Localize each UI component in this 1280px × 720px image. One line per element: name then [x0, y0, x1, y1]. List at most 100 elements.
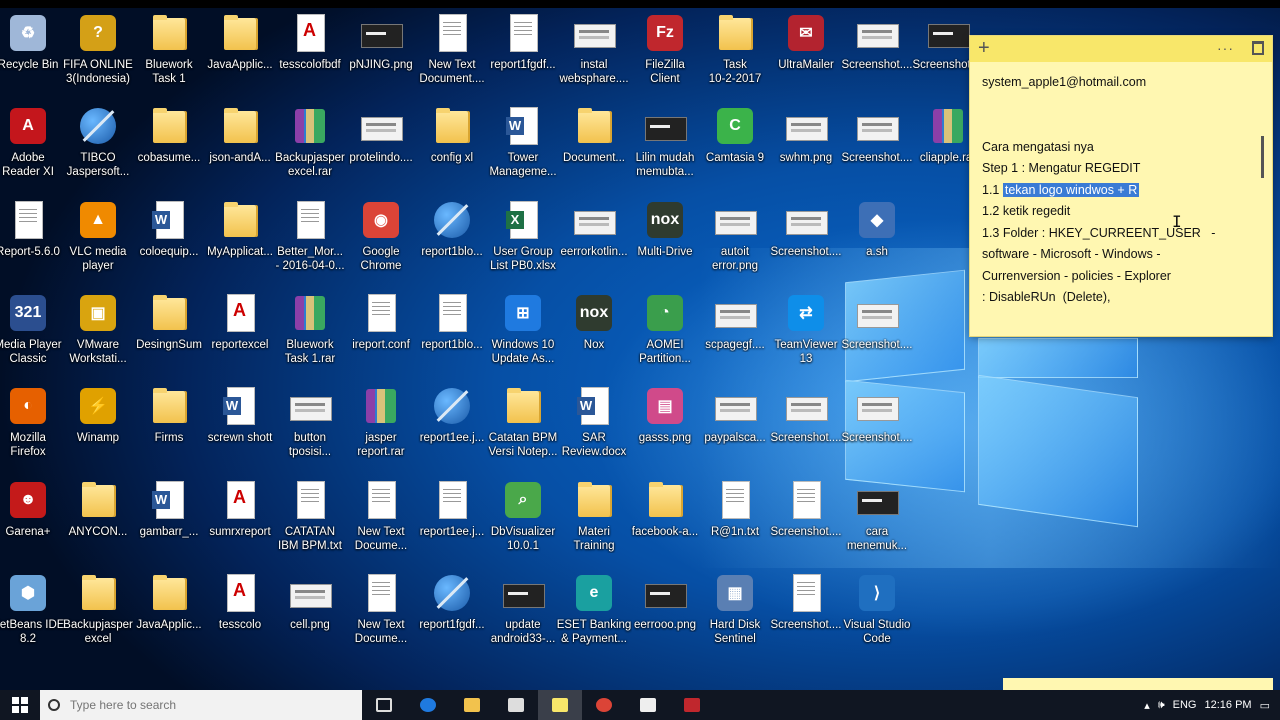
desktop-icon[interactable]: ⇄ TeamViewer 13	[768, 288, 844, 380]
desktop-icon[interactable]: nox Nox	[556, 288, 632, 380]
desktop-icon[interactable]: User Group List PB0.xlsx	[485, 195, 561, 287]
desktop-icon[interactable]: jasper report.rar	[343, 381, 419, 473]
taskbar-pdf-button[interactable]	[626, 690, 670, 720]
sticky-note-titlebar[interactable]: + ···	[970, 36, 1272, 62]
desktop-icon[interactable]: report1blo...	[414, 195, 490, 287]
desktop-icon[interactable]: Screenshot....	[768, 195, 844, 287]
clock[interactable]: 12:16 PM	[1205, 699, 1252, 711]
desktop-icon[interactable]: Report-5.6.0	[0, 195, 66, 287]
desktop-icon[interactable]: TIBCO Jaspersoft...	[60, 101, 136, 193]
desktop-icon[interactable]: pNJING.png	[343, 8, 419, 100]
desktop-icon[interactable]: button tposisi...	[272, 381, 348, 473]
taskbar-store-button[interactable]	[494, 690, 538, 720]
desktop-icon[interactable]: ▣ VMware Workstati...	[60, 288, 136, 380]
start-button[interactable]	[0, 690, 40, 720]
desktop-icon[interactable]: eerrorkotlin...	[556, 195, 632, 287]
desktop-icon[interactable]: autoit error.png	[697, 195, 773, 287]
desktop-icon[interactable]: report1blo...	[414, 288, 490, 380]
desktop-icon[interactable]: ANYCON...	[60, 475, 136, 567]
desktop-icon[interactable]: 321 Media Player Classic	[0, 288, 66, 380]
desktop-icon[interactable]: nox Multi-Drive	[627, 195, 703, 287]
desktop-icon[interactable]: ◉ Google Chrome	[343, 195, 419, 287]
desktop-icon[interactable]: screwn shott	[202, 381, 278, 473]
sticky-note-scrollbar[interactable]	[1261, 136, 1264, 178]
more-options-icon[interactable]: ···	[1217, 40, 1234, 56]
desktop-icon[interactable]: ♻ Recycle Bin	[0, 8, 66, 100]
desktop-icon[interactable]: json-andA...	[202, 101, 278, 193]
desktop-icon[interactable]: ✉ UltraMailer	[768, 8, 844, 100]
desktop-icon[interactable]: Backupjasper excel	[60, 568, 136, 660]
desktop-icon[interactable]: Screenshot....	[839, 381, 915, 473]
desktop-icon[interactable]: report1fgdf...	[485, 8, 561, 100]
desktop-icon[interactable]: JavaApplic...	[202, 8, 278, 100]
desktop-icon[interactable]: DesingnSum	[131, 288, 207, 380]
desktop-icon[interactable]: Bluework Task 1	[131, 8, 207, 100]
desktop-icon[interactable]: config xl	[414, 101, 490, 193]
desktop-icon[interactable]: cara menemuk...	[839, 475, 915, 567]
desktop-icon[interactable]: ⊞ Windows 10 Update As...	[485, 288, 561, 380]
taskbar-explorer-button[interactable]	[450, 690, 494, 720]
desktop-icon[interactable]: ⬢ NetBeans IDE 8.2	[0, 568, 66, 660]
desktop-icon[interactable]: coloequip...	[131, 195, 207, 287]
notification-icon[interactable]: ▭	[1260, 699, 1270, 712]
desktop-icon[interactable]: reportexcel	[202, 288, 278, 380]
desktop-icon[interactable]: ◔ AOMEI Partition...	[627, 288, 703, 380]
network-icon[interactable]: ▴	[1144, 699, 1150, 712]
volume-icon[interactable]: 🕪	[1158, 699, 1165, 712]
desktop-icon[interactable]: update android33-...	[485, 568, 561, 660]
desktop-icon[interactable]: scpagegf....	[697, 288, 773, 380]
desktop-icon[interactable]: Screenshot....	[839, 288, 915, 380]
desktop-icon[interactable]: report1fgdf...	[414, 568, 490, 660]
desktop-icon[interactable]: report1ee.j...	[414, 381, 490, 473]
desktop-icon[interactable]: swhm.png	[768, 101, 844, 193]
desktop-icon[interactable]: New Text Docume...	[343, 475, 419, 567]
task-view-button[interactable]	[362, 690, 406, 720]
taskbar-edge-button[interactable]	[406, 690, 450, 720]
desktop-icon[interactable]: cell.png	[272, 568, 348, 660]
desktop-icon[interactable]: ? FIFA ONLINE 3(Indonesia)	[60, 8, 136, 100]
desktop-icon[interactable]: paypalsca...	[697, 381, 773, 473]
desktop-icon[interactable]: Task 10-2-2017	[697, 8, 773, 100]
desktop-icon[interactable]: sumrxreport	[202, 475, 278, 567]
desktop-icon[interactable]: Screenshot....	[768, 568, 844, 660]
desktop-icon[interactable]: Screenshot....	[768, 381, 844, 473]
desktop-icon[interactable]: A Adobe Reader XI	[0, 101, 66, 193]
taskbar-chrome-button[interactable]	[582, 690, 626, 720]
desktop-icon[interactable]: CATATAN IBM BPM.txt	[272, 475, 348, 567]
desktop-icon[interactable]: e ESET Banking & Payment...	[556, 568, 632, 660]
taskbar-search-box[interactable]	[40, 690, 362, 720]
desktop-icon[interactable]: Screenshot....	[839, 8, 915, 100]
desktop-icon[interactable]: R@1n.txt	[697, 475, 773, 567]
desktop-icon[interactable]: gambarr_...	[131, 475, 207, 567]
desktop-icon[interactable]: Better_Mor... - 2016-04-0...	[272, 195, 348, 287]
desktop-icon[interactable]: C Camtasia 9	[697, 101, 773, 193]
desktop-icon[interactable]: Screenshot....	[768, 475, 844, 567]
desktop-icon[interactable]: Backupjasper excel.rar	[272, 101, 348, 193]
desktop-icon[interactable]: SAR Review.docx	[556, 381, 632, 473]
desktop-icon[interactable]: New Text Docume...	[343, 568, 419, 660]
desktop-icon[interactable]: ☻ Garena+	[0, 475, 66, 567]
desktop-icon[interactable]: ▦ Hard Disk Sentinel	[697, 568, 773, 660]
desktop-icon[interactable]: instal websphare....	[556, 8, 632, 100]
desktop-icon[interactable]: ◐ Mozilla Firefox	[0, 381, 66, 473]
desktop-icon[interactable]: eerrooo.png	[627, 568, 703, 660]
search-input[interactable]	[70, 698, 340, 712]
desktop-icon[interactable]: JavaApplic...	[131, 568, 207, 660]
desktop-icon[interactable]: report1ee.j...	[414, 475, 490, 567]
desktop-icon[interactable]: Fz FileZilla Client	[627, 8, 703, 100]
desktop-icon[interactable]: tesscolo	[202, 568, 278, 660]
desktop-icon[interactable]: Screenshot....	[839, 101, 915, 193]
desktop-icon[interactable]: ▲ VLC media player	[60, 195, 136, 287]
desktop-icon[interactable]: cobasume...	[131, 101, 207, 193]
desktop-icon[interactable]: ireport.conf	[343, 288, 419, 380]
desktop-icon[interactable]: ▤ gasss.png	[627, 381, 703, 473]
desktop-icon[interactable]: Tower Manageme...	[485, 101, 561, 193]
desktop-icon[interactable]: ⌕ DbVisualizer 10.0.1	[485, 475, 561, 567]
desktop-icon[interactable]: Lilin mudah memubta...	[627, 101, 703, 193]
desktop-icon[interactable]: facebook-a...	[627, 475, 703, 567]
desktop-icon[interactable]: ⚡ Winamp	[60, 381, 136, 473]
desktop-icon[interactable]: protelindo....	[343, 101, 419, 193]
desktop-icon[interactable]: ◆ a.sh	[839, 195, 915, 287]
desktop-icon[interactable]: New Text Document....	[414, 8, 490, 100]
desktop-icon[interactable]: Materi Training	[556, 475, 632, 567]
